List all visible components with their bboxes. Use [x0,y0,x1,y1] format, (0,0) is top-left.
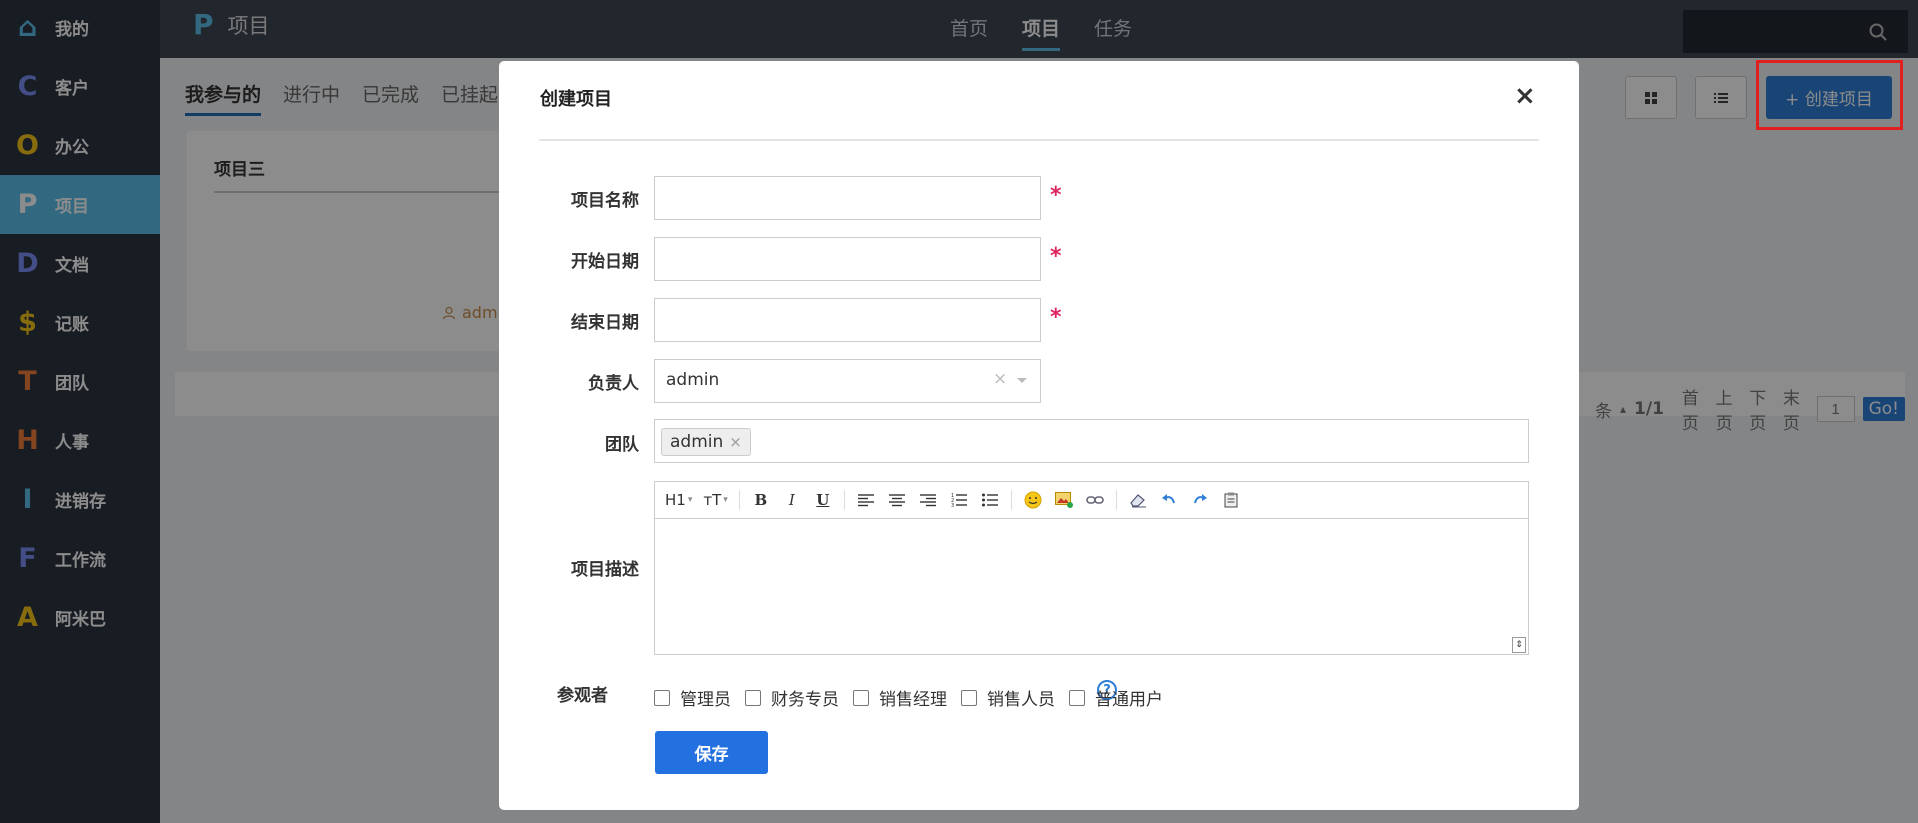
owner-label: 负责人 [588,374,639,394]
highlight-box [1756,60,1903,130]
clear-icon[interactable]: × [993,369,1007,389]
heading-dropdown[interactable]: H1 ▾ [665,488,692,512]
toolbar-separator [843,490,845,510]
checkbox[interactable] [853,689,869,706]
viewer-checkbox-label: 财务专员 [771,690,839,710]
viewer-checkbox-3[interactable]: 销售人员 [961,685,1055,710]
start-date-label: 开始日期 [571,252,639,272]
bold-icon[interactable]: B [751,488,771,512]
bullet-list-icon[interactable] [980,488,1000,512]
viewer-checkbox-2[interactable]: 销售经理 [853,685,947,710]
close-icon[interactable]: × [1514,81,1536,111]
underline-icon[interactable]: U [813,488,833,512]
chevron-down-icon [1017,378,1027,383]
remove-tag-icon[interactable]: × [729,433,742,451]
checkbox[interactable] [961,689,977,706]
viewer-checkbox-1[interactable]: 财务专员 [745,685,839,710]
toolbar-separator [1010,490,1012,510]
project-name-label: 项目名称 [571,191,639,211]
svg-text:3: 3 [951,503,954,507]
description-editor: H1 ▾ ᴛT ▾ B I U 123 ⇕ [654,481,1529,655]
owner-select[interactable]: admin × [654,359,1041,403]
resize-handle-icon[interactable]: ⇕ [1512,637,1526,653]
image-icon[interactable] [1054,488,1074,512]
redo-icon[interactable] [1190,488,1210,512]
viewer-checkbox-label: 管理员 [680,690,731,710]
italic-icon[interactable]: I [782,488,802,512]
link-icon[interactable] [1085,488,1105,512]
viewer-checkbox-0[interactable]: 管理员 [654,685,731,710]
paste-icon[interactable] [1221,488,1241,512]
end-date-input[interactable] [654,298,1041,342]
font-size-dropdown[interactable]: ᴛT ▾ [703,488,727,512]
dialog-title: 创建项目 [540,89,612,110]
team-tag-label: admin [670,432,724,452]
viewers-checkbox-group: 管理员 财务专员 销售经理 销售人员 普通用户 [654,685,1177,710]
team-label: 团队 [605,435,639,455]
viewers-label: 参观者 [557,686,608,706]
end-date-label: 结束日期 [571,313,639,333]
required-mark: * [1050,183,1062,208]
team-multiselect[interactable]: admin × [654,419,1529,463]
start-date-input[interactable] [654,237,1041,281]
align-left-icon[interactable] [856,488,876,512]
font-size-icon: ᴛT [703,491,722,509]
emoji-icon[interactable] [1023,488,1043,512]
project-name-input[interactable] [654,176,1041,220]
save-button[interactable]: 保存 [655,731,768,774]
viewer-checkbox-4[interactable]: 普通用户 [1069,685,1163,710]
team-tag: admin × [661,428,751,456]
undo-icon[interactable] [1159,488,1179,512]
toolbar-separator [738,490,740,510]
description-label: 项目描述 [571,560,639,580]
viewer-checkbox-label: 销售经理 [879,690,947,710]
checkbox[interactable] [654,689,670,706]
ordered-list-icon[interactable]: 123 [949,488,969,512]
viewer-checkbox-label: 销售人员 [987,690,1055,710]
checkbox[interactable] [1069,689,1085,706]
editor-toolbar: H1 ▾ ᴛT ▾ B I U 123 [655,482,1528,519]
heading-icon: H1 [665,491,686,509]
align-center-icon[interactable] [887,488,907,512]
description-textarea[interactable] [655,520,1528,654]
required-mark: * [1050,305,1062,330]
required-mark: * [1050,244,1062,269]
viewer-checkbox-label: 普通用户 [1095,690,1163,710]
checkbox[interactable] [745,689,761,706]
owner-select-value: admin [666,370,720,390]
toolbar-separator [1115,490,1117,510]
align-right-icon[interactable] [918,488,938,512]
dialog-divider [539,139,1539,141]
create-project-dialog: 创建项目 × 项目名称 * 开始日期 * 结束日期 * 负责人 admin × … [499,61,1579,810]
eraser-icon[interactable] [1128,488,1148,512]
